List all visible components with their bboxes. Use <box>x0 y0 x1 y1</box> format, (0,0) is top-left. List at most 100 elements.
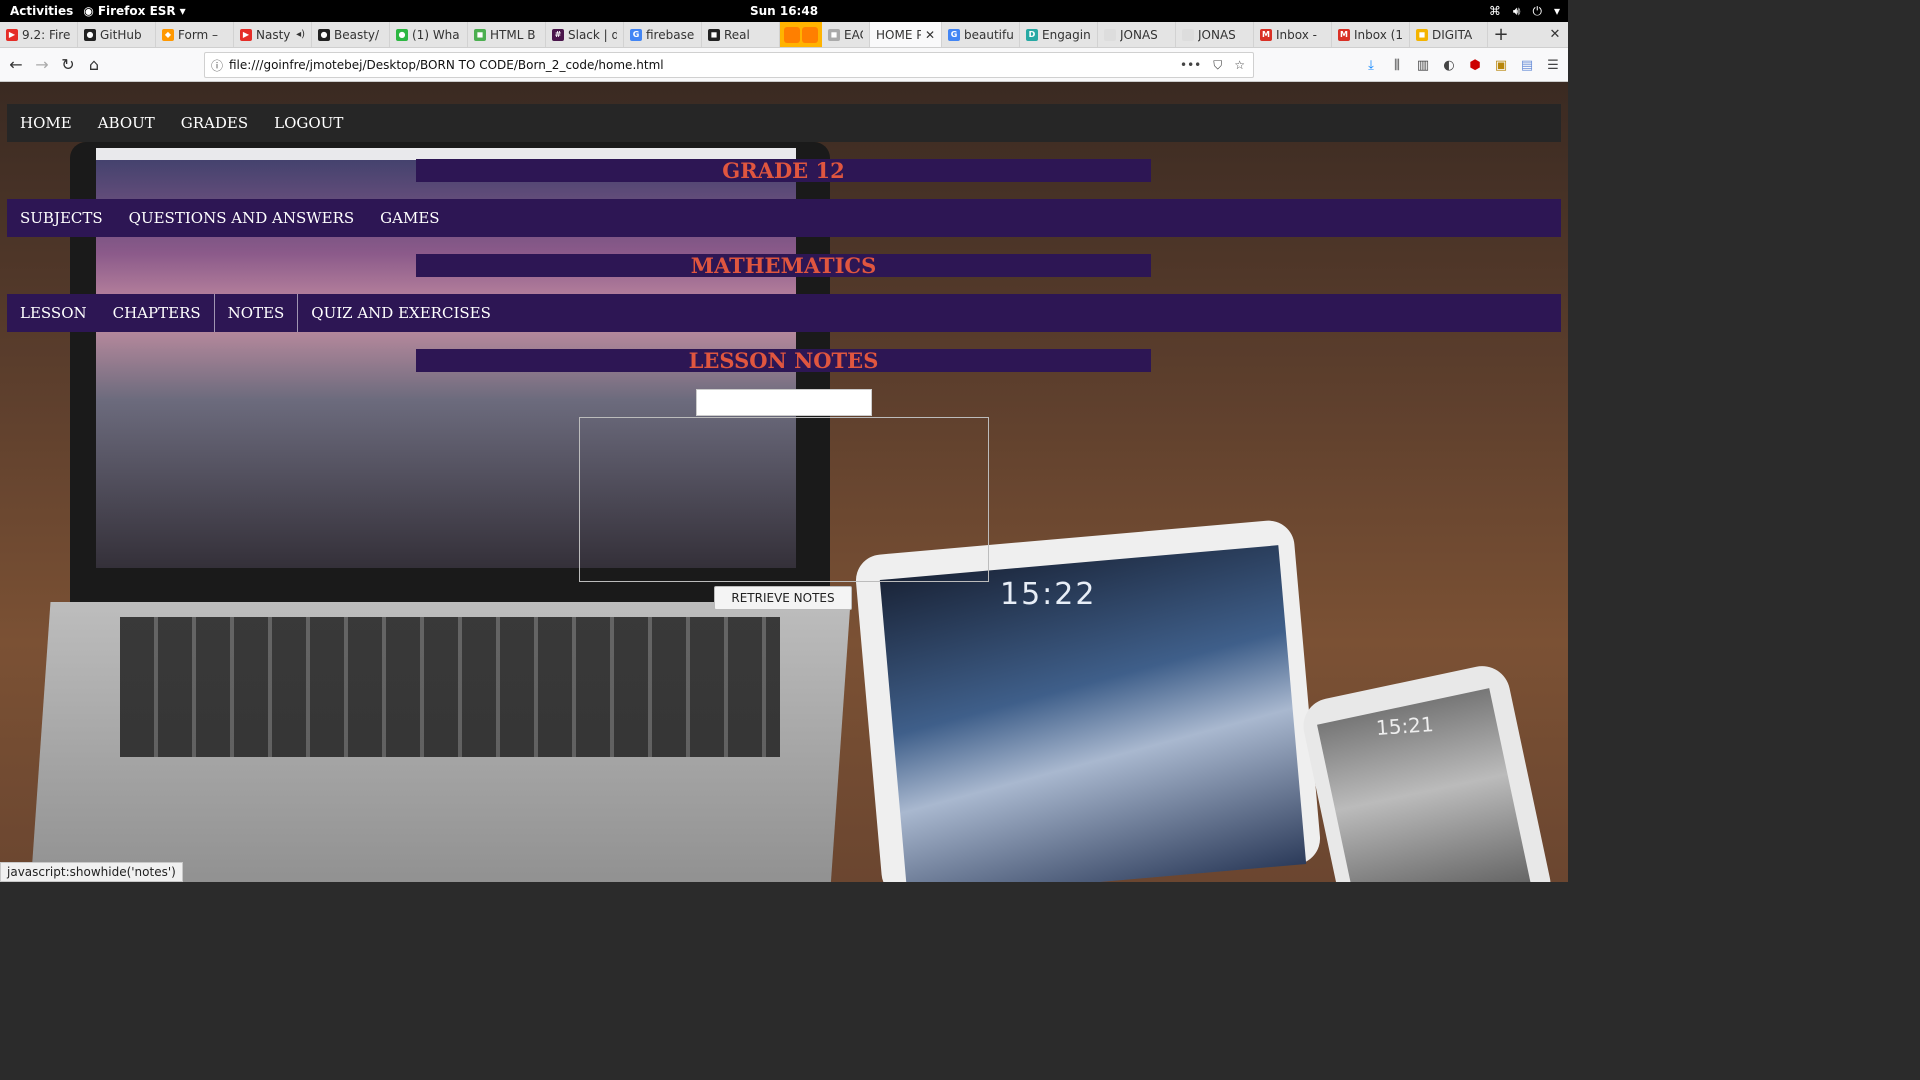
favicon-icon: # <box>552 28 564 41</box>
caret-down-icon: ▾ <box>1553 4 1560 18</box>
tab-title: EACH <box>844 27 863 42</box>
menu-icon[interactable]: ☰ <box>1544 52 1562 78</box>
favicon-icon: ▶ <box>6 28 18 41</box>
favicon-icon: ▶ <box>240 28 252 41</box>
page-actions-icon[interactable]: ••• <box>1180 58 1201 73</box>
main-nav: HOME ABOUT GRADES LOGOUT <box>7 104 1561 142</box>
tab-2[interactable]: ◆ Form – <box>156 22 234 47</box>
favicon-icon: ◼ <box>1416 28 1428 41</box>
tab-title: beautifu <box>964 27 1013 42</box>
nav-questions-and-answers[interactable]: QUESTIONS AND ANSWERS <box>116 199 367 237</box>
nav-quiz-and-exercises[interactable]: QUIZ AND EXERCISES <box>297 294 504 332</box>
app-name: Firefox ESR <box>97 4 176 18</box>
camera-icon <box>784 26 800 43</box>
nav-home[interactable]: HOME <box>7 114 85 132</box>
tab-8[interactable]: Gfirebase <box>624 22 702 47</box>
tab-6[interactable]: ◼ HTML B <box>468 22 546 47</box>
pocket-icon[interactable]: ⛉ <box>1213 58 1222 73</box>
back-icon[interactable]: ← <box>3 52 29 78</box>
activities-button[interactable]: Activities <box>0 4 83 18</box>
tab-strip: ▶ 9.2: Fire ● GitHub ◆ Form – ▶ Nasty ◂) ● Beasty/… <box>0 22 1568 48</box>
nav-games[interactable]: GAMES <box>367 199 452 237</box>
system-tray[interactable]: ⌘ 🔊︎ ⏻ ▾ <box>1489 4 1560 19</box>
notes-title-input[interactable] <box>696 389 872 416</box>
library-icon[interactable]: ⫼ <box>1388 52 1406 78</box>
subject-nav: LESSON CHAPTERS NOTES QUIZ AND EXERCISES <box>7 294 1561 332</box>
notes-title: LESSON NOTES <box>416 349 1151 372</box>
tab-9[interactable]: ◼ Real <box>702 22 780 47</box>
tab-title: JONAS <box>1198 27 1236 42</box>
extension-icon[interactable]: ▤ <box>1518 52 1536 78</box>
favicon-icon: M <box>1260 28 1272 41</box>
favicon-icon: ● <box>84 28 96 41</box>
favicon-icon: M <box>1338 28 1350 41</box>
grade-nav: SUBJECTS QUESTIONS AND ANSWERS GAMES <box>7 199 1561 237</box>
tab-5[interactable]: ● (1) Wha <box>390 22 468 47</box>
tab-title: HOME P <box>876 27 921 42</box>
tab-active[interactable]: HOME P ✕ <box>870 22 942 47</box>
nav-logout[interactable]: LOGOUT <box>261 114 356 132</box>
tab-4[interactable]: ● Beasty/ <box>312 22 390 47</box>
nav-grades[interactable]: GRADES <box>168 114 261 132</box>
forward-icon[interactable]: → <box>29 52 55 78</box>
microphone-icon <box>802 26 818 43</box>
home-icon[interactable]: ⌂ <box>81 52 107 78</box>
subject-title: MATHEMATICS <box>416 254 1151 277</box>
tab-right-2[interactable]: JONAS <box>1098 22 1176 47</box>
tab-0[interactable]: ▶ 9.2: Fire <box>0 22 78 47</box>
tab-3[interactable]: ▶ Nasty ◂) <box>234 22 312 47</box>
caret-down-icon: ▾ <box>179 4 186 18</box>
sidebar-icon[interactable]: ▥ <box>1414 52 1432 78</box>
clock[interactable]: Sun 16:48 <box>750 4 818 18</box>
nav-notes[interactable]: NOTES <box>213 294 298 332</box>
speaker-icon[interactable]: ◂) <box>296 29 305 40</box>
tab-right-5[interactable]: M Inbox (1 <box>1332 22 1410 47</box>
background-phone-time: 15:21 <box>1375 712 1435 740</box>
favicon-icon: G <box>630 28 642 41</box>
tab-1[interactable]: ● GitHub <box>78 22 156 47</box>
nav-lesson[interactable]: LESSON <box>7 294 100 332</box>
status-bar: javascript:showhide('notes') <box>0 862 183 882</box>
tab-right-3[interactable]: JONAS <box>1176 22 1254 47</box>
background-tablet-time: 15:22 <box>1000 577 1097 612</box>
tab-after-0[interactable]: ◼ EACH <box>822 22 870 47</box>
system-top-bar: Activities ◉ Firefox ESR ▾ Sun 16:48 ⌘ 🔊… <box>0 0 1568 22</box>
navigation-toolbar: ← → ↻ ⌂ ⓘ file:///goinfre/jmotebej/Deskt… <box>0 48 1568 82</box>
new-tab-icon[interactable]: + <box>1488 22 1514 47</box>
network-icon: ⌘ <box>1488 4 1501 18</box>
close-window-icon[interactable]: ✕ <box>1542 22 1568 47</box>
close-icon[interactable]: ✕ <box>925 28 935 42</box>
ublock-icon[interactable]: ⬢ <box>1466 52 1484 78</box>
tab-title: Engagin <box>1042 27 1091 42</box>
background-keys <box>120 617 780 757</box>
tab-title: GitHub <box>100 27 142 42</box>
url-text[interactable]: file:///goinfre/jmotebej/Desktop/BORN TO… <box>229 58 1180 72</box>
reload-icon[interactable]: ↻ <box>55 52 81 78</box>
bookmark-star-icon[interactable]: ☆ <box>1234 58 1245 73</box>
tab-right-0[interactable]: Gbeautifu <box>942 22 1020 47</box>
tab-right-6[interactable]: ◼ DIGITA <box>1410 22 1488 47</box>
nav-about[interactable]: ABOUT <box>85 114 168 132</box>
favicon-icon: ◼ <box>828 28 840 41</box>
download-icon[interactable]: ⤓ <box>1362 52 1380 78</box>
extension-icon[interactable]: ▣ <box>1492 52 1510 78</box>
notes-textarea[interactable] <box>579 417 989 582</box>
favicon-icon: ◼ <box>708 28 720 41</box>
favicon-icon <box>1182 28 1194 41</box>
tab-title: (1) Wha <box>412 27 460 42</box>
favicon-icon: ◼ <box>474 28 486 41</box>
nav-chapters[interactable]: CHAPTERS <box>100 294 214 332</box>
nav-subjects[interactable]: SUBJECTS <box>7 199 116 237</box>
tab-title: Beasty/ <box>334 27 380 42</box>
info-icon[interactable]: ⓘ <box>205 57 229 74</box>
url-bar[interactable]: ⓘ file:///goinfre/jmotebej/Desktop/BORN … <box>204 52 1254 78</box>
tab-right-4[interactable]: M Inbox - <box>1254 22 1332 47</box>
tab-title: JONAS <box>1120 27 1158 42</box>
tab-right-1[interactable]: D Engagin <box>1020 22 1098 47</box>
app-menu[interactable]: ◉ Firefox ESR ▾ <box>83 4 185 18</box>
sharing-indicator[interactable] <box>780 22 822 47</box>
retrieve-notes-button[interactable]: RETRIEVE NOTES <box>714 586 852 610</box>
tab-7[interactable]: # Slack | d <box>546 22 624 47</box>
extension-icon[interactable]: ◐ <box>1440 52 1458 78</box>
favicon-icon: D <box>1026 28 1038 41</box>
